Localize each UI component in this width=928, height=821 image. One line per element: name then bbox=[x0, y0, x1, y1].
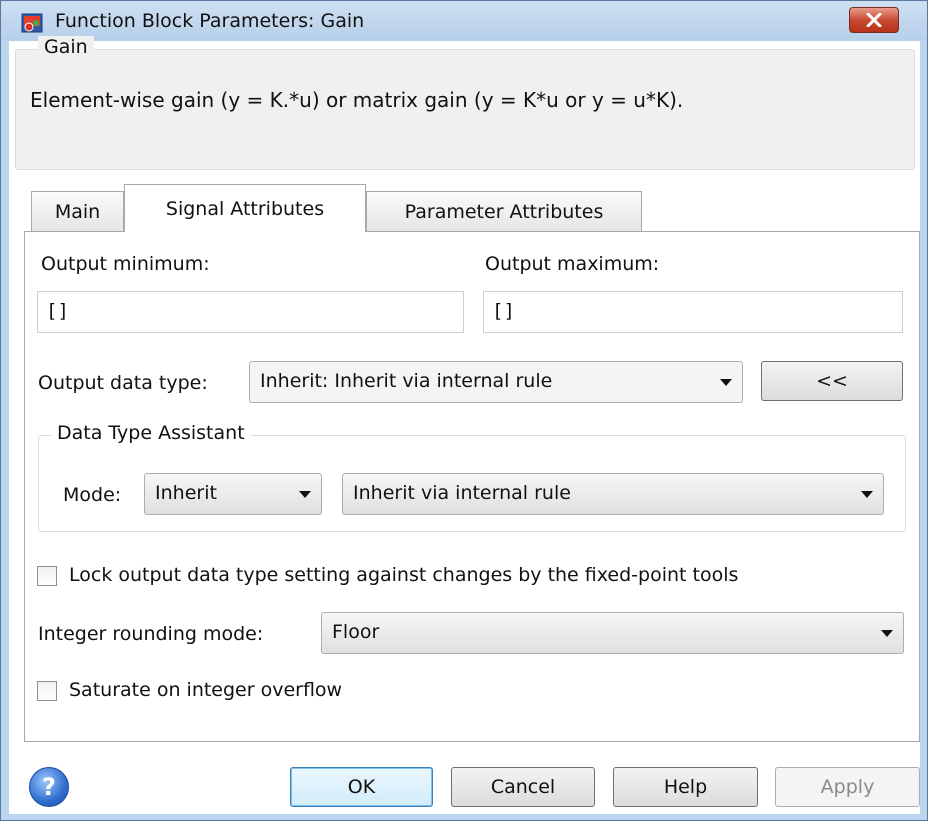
lock-data-type-checkbox[interactable] bbox=[37, 566, 57, 586]
gain-group-legend: Gain bbox=[38, 36, 94, 58]
tab-parameter-attributes[interactable]: Parameter Attributes bbox=[366, 191, 642, 231]
inherit-rule-select[interactable]: Inherit via internal rule bbox=[342, 473, 884, 515]
close-button[interactable] bbox=[849, 7, 899, 33]
close-icon bbox=[866, 13, 882, 27]
ok-button[interactable]: OK bbox=[290, 767, 433, 807]
integer-rounding-select[interactable]: Floor bbox=[321, 612, 904, 654]
title-bar[interactable]: Function Block Parameters: Gain bbox=[1, 1, 927, 41]
tab-label: Parameter Attributes bbox=[404, 200, 604, 223]
output-data-type-label: Output data type: bbox=[38, 372, 208, 394]
mode-select[interactable]: Inherit bbox=[144, 473, 322, 515]
apply-button[interactable]: Apply bbox=[775, 767, 920, 807]
data-type-assistant-legend: Data Type Assistant bbox=[51, 422, 251, 444]
chevron-down-icon bbox=[861, 491, 873, 498]
tab-main[interactable]: Main bbox=[31, 191, 124, 231]
chevron-down-icon bbox=[881, 630, 893, 637]
mode-label: Mode: bbox=[63, 484, 122, 506]
saturate-checkbox[interactable] bbox=[37, 681, 57, 701]
tab-label: Signal Attributes bbox=[165, 197, 325, 220]
tab-label: Main bbox=[54, 200, 101, 223]
integer-rounding-value: Floor bbox=[332, 621, 380, 643]
output-maximum-input[interactable]: [] bbox=[483, 291, 903, 333]
output-data-type-value: Inherit: Inherit via internal rule bbox=[260, 370, 553, 392]
cancel-button[interactable]: Cancel bbox=[451, 767, 595, 807]
gain-description: Element-wise gain (y = K.*u) or matrix g… bbox=[30, 88, 684, 112]
dialog-window: Function Block Parameters: Gain Gain Ele… bbox=[0, 0, 928, 821]
saturate-label: Saturate on integer overflow bbox=[69, 679, 343, 701]
tab-signal-attributes[interactable]: Signal Attributes bbox=[124, 184, 366, 232]
output-maximum-label: Output maximum: bbox=[485, 253, 660, 275]
chevron-down-icon bbox=[299, 491, 311, 498]
inherit-rule-value: Inherit via internal rule bbox=[353, 482, 571, 504]
chevron-down-icon bbox=[720, 379, 732, 386]
integer-rounding-label: Integer rounding mode: bbox=[38, 623, 264, 645]
toggle-assistant-button[interactable]: << bbox=[761, 361, 903, 401]
help-button[interactable]: Help bbox=[613, 767, 758, 807]
help-icon[interactable]: ? bbox=[29, 767, 69, 807]
mode-value: Inherit bbox=[155, 482, 217, 504]
output-minimum-label: Output minimum: bbox=[41, 253, 210, 275]
window-title: Function Block Parameters: Gain bbox=[55, 10, 365, 32]
gain-group: Gain Element-wise gain (y = K.*u) or mat… bbox=[15, 36, 915, 170]
simulink-icon bbox=[21, 13, 43, 33]
output-data-type-select[interactable]: Inherit: Inherit via internal rule bbox=[249, 361, 743, 403]
output-minimum-input[interactable]: [] bbox=[37, 291, 464, 333]
lock-data-type-label: Lock output data type setting against ch… bbox=[69, 564, 739, 586]
